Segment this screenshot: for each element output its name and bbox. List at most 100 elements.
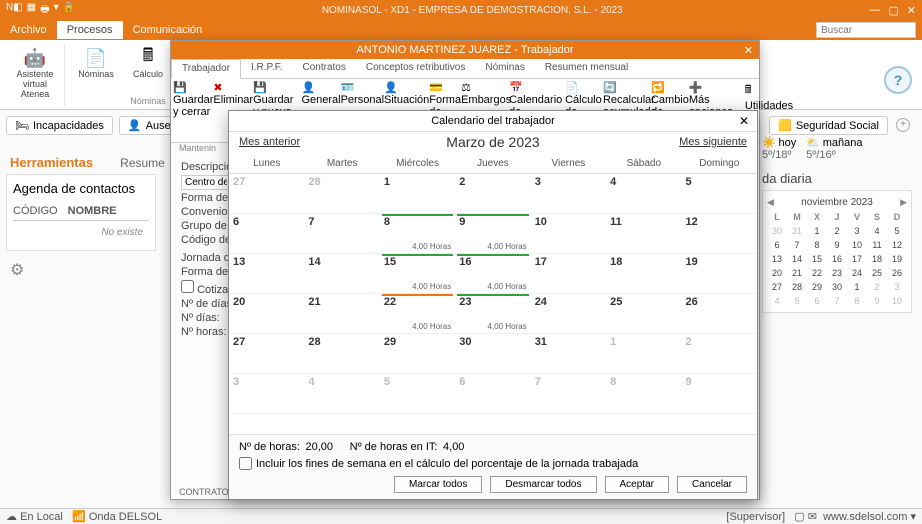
cal-day[interactable]: 7: [304, 214, 379, 254]
cal-day[interactable]: 94,00 Horas: [455, 214, 530, 254]
qa-save-icon[interactable]: ▦: [27, 2, 36, 19]
cal-day[interactable]: 7: [531, 374, 606, 414]
desmarcar-todos-button[interactable]: Desmarcar todos: [490, 476, 596, 493]
cal-day[interactable]: 31: [531, 334, 606, 374]
cancelar-button[interactable]: Cancelar: [677, 476, 747, 493]
cal-day[interactable]: 6: [229, 214, 304, 254]
cal-day[interactable]: 10: [531, 214, 606, 254]
cal-day[interactable]: 9: [682, 374, 757, 414]
minimize-icon[interactable]: —: [869, 4, 880, 17]
cal-day[interactable]: 17: [531, 254, 606, 294]
cal-day[interactable]: 13: [229, 254, 304, 294]
cal-day[interactable]: 224,00 Horas: [380, 294, 455, 334]
mc-day[interactable]: 25: [867, 266, 887, 280]
mc-day[interactable]: 18: [867, 252, 887, 266]
mc-day[interactable]: 14: [787, 252, 807, 266]
weekends-checkbox[interactable]: [239, 457, 252, 470]
mc-day[interactable]: 6: [807, 294, 827, 308]
mc-day[interactable]: 31: [787, 224, 807, 238]
mc-day[interactable]: 23: [827, 266, 847, 280]
mc-day[interactable]: 5: [787, 294, 807, 308]
cal-day[interactable]: 1: [606, 334, 681, 374]
cal-day[interactable]: 8: [606, 374, 681, 414]
mc-day[interactable]: 2: [867, 280, 887, 294]
mc-day[interactable]: 27: [767, 280, 787, 294]
cal-day[interactable]: 27: [229, 174, 304, 214]
mc-day[interactable]: 28: [787, 280, 807, 294]
panel-tab[interactable]: Nóminas: [475, 59, 534, 78]
mini-calendar[interactable]: ◀ noviembre 2023 ▶ LMXJVSD30311234567891…: [762, 190, 912, 313]
mc-day[interactable]: 9: [827, 238, 847, 252]
cal-close-icon[interactable]: ✕: [739, 114, 749, 128]
mc-day[interactable]: 1: [847, 280, 867, 294]
mc-day[interactable]: 6: [767, 238, 787, 252]
mc-day[interactable]: 17: [847, 252, 867, 266]
mc-day[interactable]: 8: [847, 294, 867, 308]
cal-day[interactable]: 6: [455, 374, 530, 414]
cal-day[interactable]: 4: [304, 374, 379, 414]
mc-day[interactable]: 2: [827, 224, 847, 238]
mc-day[interactable]: 4: [867, 224, 887, 238]
cal-day[interactable]: 19: [682, 254, 757, 294]
maximize-icon[interactable]: ▢: [888, 4, 898, 17]
mc-day[interactable]: 4: [767, 294, 787, 308]
mc-day[interactable]: 20: [767, 266, 787, 280]
mc-day[interactable]: 3: [887, 280, 907, 294]
mc-day[interactable]: 12: [887, 238, 907, 252]
menu-comunicacion[interactable]: Comunicación: [123, 21, 213, 39]
cal-day[interactable]: 25: [606, 294, 681, 334]
aceptar-button[interactable]: Aceptar: [605, 476, 669, 493]
panel-tab[interactable]: Conceptos retributivos: [356, 59, 476, 78]
add-button[interactable]: +: [896, 118, 910, 132]
mc-day[interactable]: 7: [827, 294, 847, 308]
calculo-button[interactable]: 🖩Cálculo: [125, 44, 171, 82]
resumen-tab[interactable]: Resume: [120, 156, 165, 170]
marcar-todos-button[interactable]: Marcar todos: [394, 476, 482, 493]
tag-incapacidades[interactable]: 🛏Incapacidades: [6, 116, 113, 135]
cal-day[interactable]: 234,00 Horas: [455, 294, 530, 334]
nominas-button[interactable]: 📄Nóminas: [73, 44, 119, 82]
asistente-button[interactable]: 🤖Asistente virtual Atenea: [12, 44, 58, 102]
panel-tab[interactable]: Resumen mensual: [535, 59, 638, 78]
cal-day[interactable]: 27: [229, 334, 304, 374]
next-month-link[interactable]: Mes siguiente: [679, 136, 747, 148]
mc-day[interactable]: 15: [807, 252, 827, 266]
cal-day[interactable]: 24: [531, 294, 606, 334]
cal-day[interactable]: 20: [229, 294, 304, 334]
gear-icon[interactable]: ⚙: [10, 260, 24, 280]
mc-day[interactable]: 8: [807, 238, 827, 252]
prev-month-link[interactable]: Mes anterior: [239, 136, 300, 148]
mc-day[interactable]: 30: [827, 280, 847, 294]
cal-day[interactable]: 30: [455, 334, 530, 374]
cal-day[interactable]: 154,00 Horas: [380, 254, 455, 294]
cal-day[interactable]: 4: [606, 174, 681, 214]
menu-procesos[interactable]: Procesos: [57, 21, 123, 39]
cal-day[interactable]: 14: [304, 254, 379, 294]
cal-day[interactable]: 164,00 Horas: [455, 254, 530, 294]
mc-day[interactable]: 24: [847, 266, 867, 280]
cal-day[interactable]: 28: [304, 334, 379, 374]
close-icon[interactable]: ✕: [907, 4, 916, 17]
mc-prev-icon[interactable]: ◀: [767, 197, 774, 208]
centro-input[interactable]: [181, 175, 231, 190]
mc-day[interactable]: 13: [767, 252, 787, 266]
help-fab[interactable]: ?: [884, 66, 912, 94]
cal-day[interactable]: 29: [380, 334, 455, 374]
mc-day[interactable]: 29: [807, 280, 827, 294]
mc-day[interactable]: 21: [787, 266, 807, 280]
cal-day[interactable]: 12: [682, 214, 757, 254]
qa-print-icon[interactable]: 🖶: [40, 2, 49, 19]
mc-day[interactable]: 10: [847, 238, 867, 252]
guardar-cerrar-button[interactable]: 💾Guardar y cerrar: [173, 81, 213, 140]
qa-ext-icon[interactable]: ▾: [54, 2, 59, 19]
mc-day[interactable]: 3: [847, 224, 867, 238]
cal-day[interactable]: 21: [304, 294, 379, 334]
mc-day[interactable]: 5: [887, 224, 907, 238]
panel-tab[interactable]: Contratos: [293, 59, 356, 78]
menu-archivo[interactable]: Archivo: [0, 21, 57, 39]
cal-day[interactable]: 2: [682, 334, 757, 374]
cal-day[interactable]: 1: [380, 174, 455, 214]
cal-day[interactable]: 28: [304, 174, 379, 214]
panel-tab[interactable]: I.R.P.F.: [241, 59, 293, 78]
cal-day[interactable]: 5: [682, 174, 757, 214]
